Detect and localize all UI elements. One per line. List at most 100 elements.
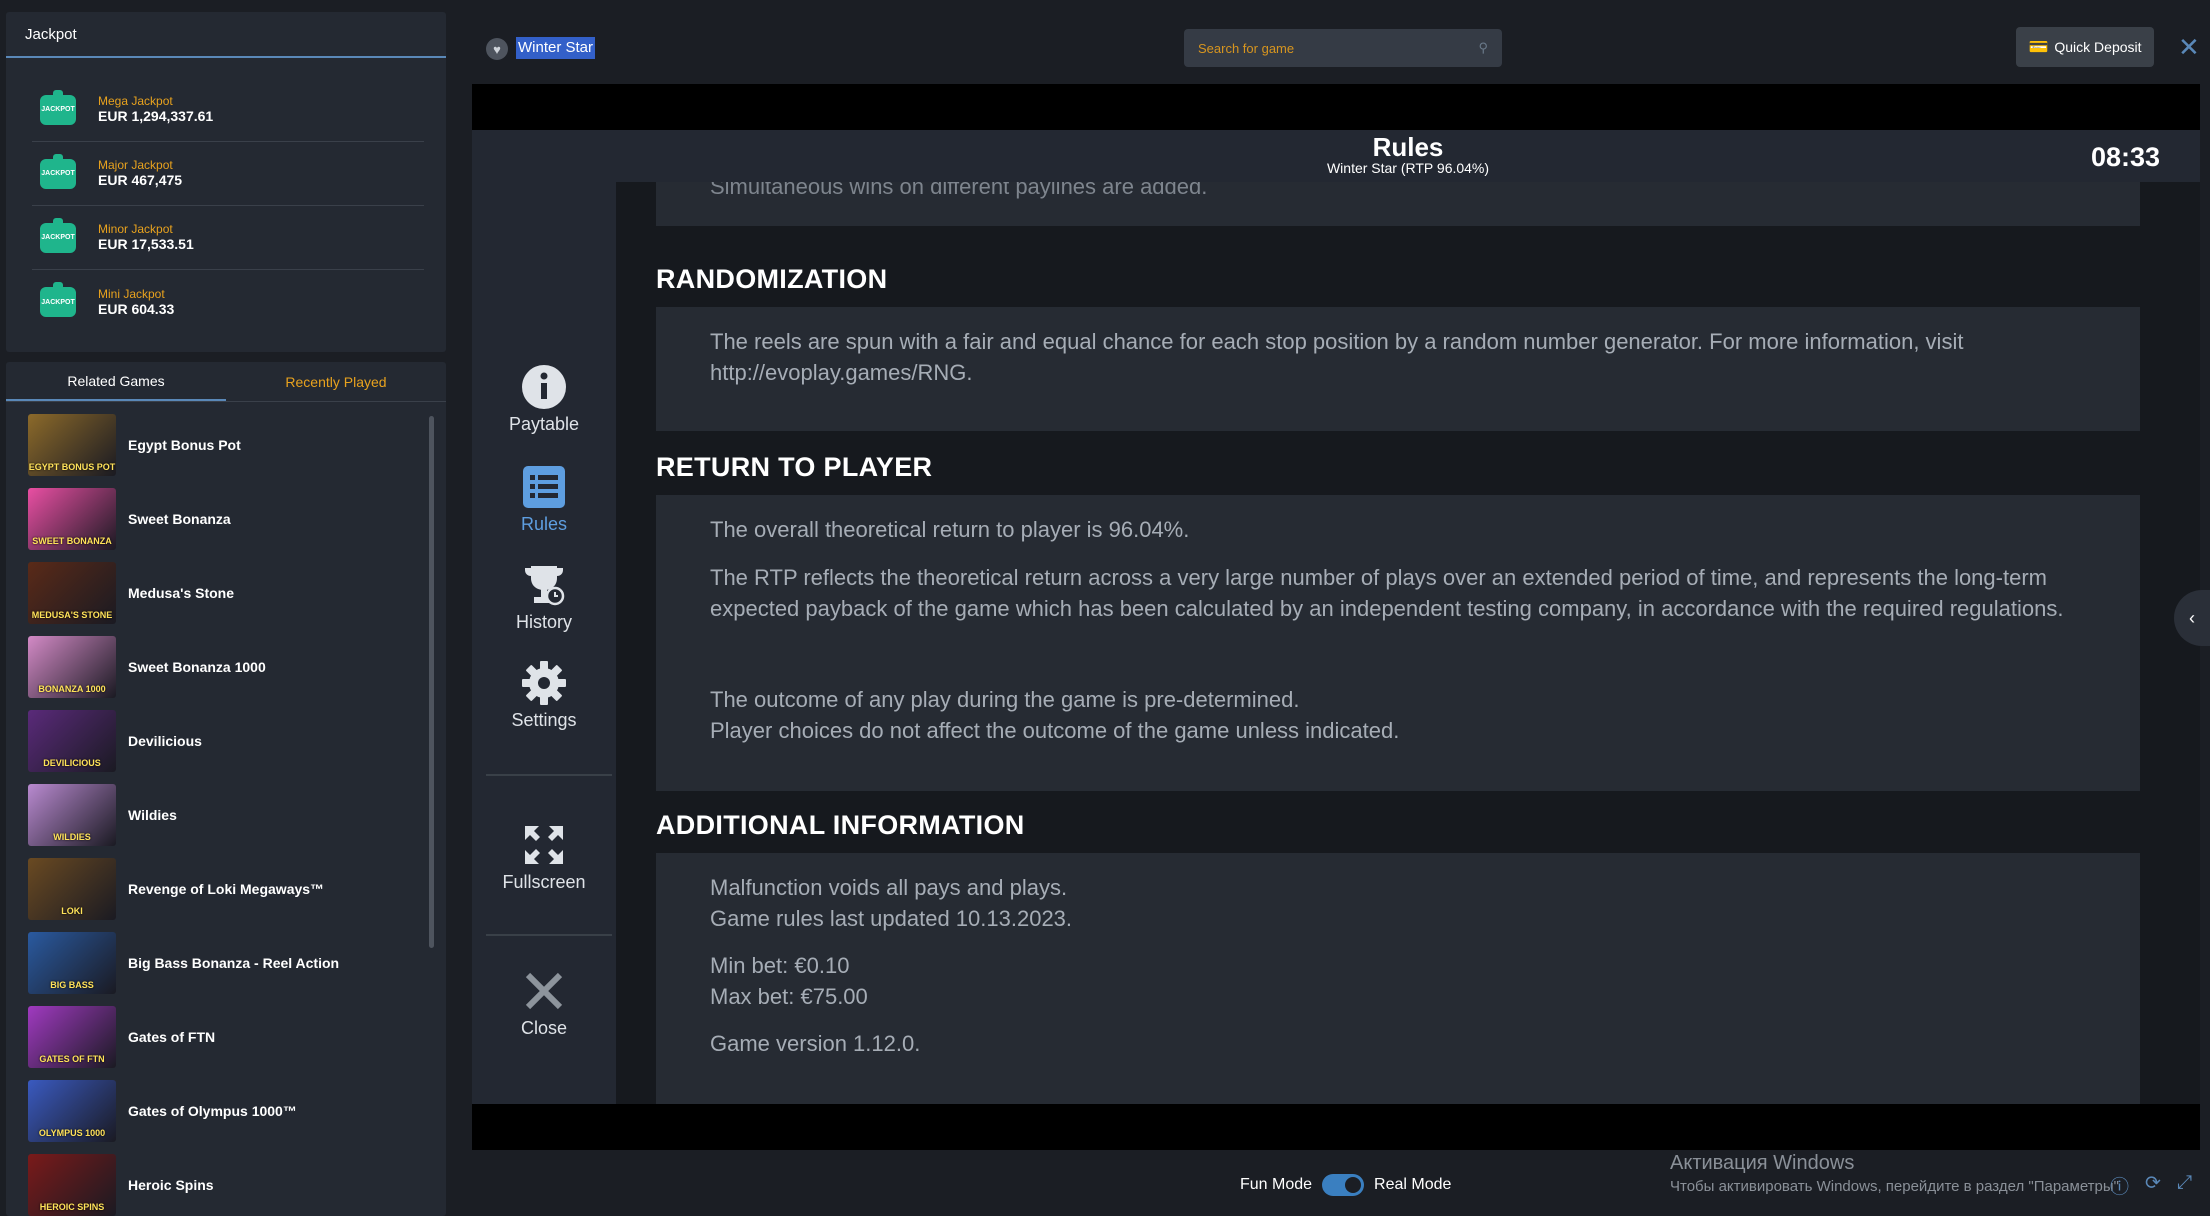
search-icon[interactable]: ⚲ <box>1478 40 1488 56</box>
game-name: Devilicious <box>128 733 202 749</box>
game-title: Winter Star <box>516 37 596 59</box>
game-thumbnail: LOKI <box>28 858 116 920</box>
game-list-item[interactable]: OLYMPUS 1000 Gates of Olympus 1000™ <box>28 1080 297 1142</box>
info-icon <box>521 364 567 410</box>
favorite-heart-icon[interactable]: ♥ <box>486 38 508 60</box>
menu-paytable[interactable]: Paytable <box>472 364 616 435</box>
game-thumbnail: GATES OF FTN <box>28 1006 116 1068</box>
game-thumbnail: BONANZA 1000 <box>28 636 116 698</box>
rules-paragraph: The RTP reflects the theoretical return … <box>710 565 2064 621</box>
menu-label: Paytable <box>508 414 580 434</box>
refresh-icon[interactable]: ⟳ <box>2145 1172 2161 1199</box>
list-icon <box>521 464 567 510</box>
game-list-item[interactable]: BIG BASS Big Bass Bonanza - Reel Action <box>28 932 339 994</box>
mode-switch[interactable]: Fun Mode Real Mode <box>1240 1174 1451 1196</box>
menu-close[interactable]: Close <box>472 968 616 1039</box>
game-list-item[interactable]: SWEET BONANZA Sweet Bonanza <box>28 488 231 550</box>
rules-paragraph: The reels are spun with a fair and equal… <box>710 329 1964 385</box>
game-list-item[interactable]: WILDIES Wildies <box>28 784 177 846</box>
games-tabs: Related Games Recently Played <box>6 362 446 402</box>
jackpot-name: Minor Jackpot <box>98 222 173 236</box>
game-list-item[interactable]: HEROIC SPINS Heroic Spins <box>28 1154 214 1216</box>
rules-content[interactable]: Simultaneous wins on different paylines … <box>616 182 2200 1104</box>
game-name: Sweet Bonanza <box>128 511 231 527</box>
game-list-item[interactable]: MEDUSA'S STONE Medusa's Stone <box>28 562 234 624</box>
jackpot-title: Jackpot <box>6 12 446 58</box>
jackpot-value: EUR 1,294,337.61 <box>98 108 214 124</box>
game-list-item[interactable]: LOKI Revenge of Loki Megaways™ <box>28 858 324 920</box>
game-name: Sweet Bonanza 1000 <box>128 659 266 675</box>
section-title: RANDOMIZATION <box>656 264 888 294</box>
game-thumbnail-text: BONANZA 1000 <box>38 684 106 694</box>
rules-subtitle: Winter Star (RTP 96.04%) <box>1326 160 1490 176</box>
fullscreen-icon <box>521 822 567 868</box>
game-list-item[interactable]: BONANZA 1000 Sweet Bonanza 1000 <box>28 636 266 698</box>
jackpot-icon: JACKPOT <box>40 217 76 253</box>
search-input[interactable]: Search for game ⚲ <box>1184 29 1502 67</box>
info-icon[interactable]: ⓘ <box>2110 1172 2129 1199</box>
game-thumbnail-text: LOKI <box>61 906 83 916</box>
rules-cut-text: Simultaneous wins on different paylines … <box>710 182 1208 199</box>
jackpot-item-mini: JACKPOT Mini Jackpot EUR 604.33 <box>32 270 424 334</box>
quick-deposit-label: Quick Deposit <box>2054 39 2142 55</box>
rules-side-menu: Paytable Rules History Settings Fullscre… <box>472 130 616 1104</box>
section-title: ADDITIONAL INFORMATION <box>656 810 1025 840</box>
rules-paragraph: Malfunction voids all pays and plays. <box>710 875 1068 900</box>
game-thumbnail-text: WILDIES <box>53 832 91 842</box>
jackpot-icon: JACKPOT <box>40 153 76 189</box>
menu-history[interactable]: History <box>472 562 616 633</box>
jackpot-icon: JACKPOT <box>40 282 76 317</box>
jackpot-value: EUR 17,533.51 <box>98 236 194 252</box>
windows-activation-watermark: Активация Windows Чтобы активировать Win… <box>1670 1152 2119 1195</box>
game-name: Revenge of Loki Megaways™ <box>128 881 325 897</box>
wallet-icon: 💳 <box>2028 39 2049 56</box>
game-name: Heroic Spins <box>128 1177 214 1193</box>
game-list-item[interactable]: GATES OF FTN Gates of FTN <box>28 1006 215 1068</box>
close-game-icon[interactable]: ✕ <box>2178 34 2200 60</box>
game-thumbnail-text: EGYPT BONUS POT <box>28 462 116 472</box>
game-list-item[interactable]: DEVILICIOUS Devilicious <box>28 710 202 772</box>
mode-toggle[interactable] <box>1322 1174 1365 1196</box>
gear-icon <box>521 660 567 706</box>
jackpot-icon: JACKPOT <box>40 89 76 125</box>
menu-fullscreen[interactable]: Fullscreen <box>472 822 616 893</box>
rules-title: Rules <box>1372 132 1444 162</box>
game-thumbnail-text: GATES OF FTN <box>39 1054 105 1064</box>
tab-recently-played[interactable]: Recently Played <box>226 362 446 401</box>
expand-icon[interactable]: ⤢ <box>2177 1172 2192 1199</box>
jackpot-value: EUR 604.33 <box>98 300 175 317</box>
menu-label: Rules <box>520 514 568 534</box>
real-mode-label: Real Mode <box>1374 1176 1452 1193</box>
tab-related-games[interactable]: Related Games <box>6 362 226 401</box>
menu-settings[interactable]: Settings <box>472 660 616 731</box>
rules-paragraph: The outcome of any play during the game … <box>710 687 1300 712</box>
menu-rules[interactable]: Rules <box>472 464 616 535</box>
games-panel: Related Games Recently Played EGYPT BONU… <box>6 362 446 1216</box>
jackpot-name: Major Jackpot <box>98 158 173 172</box>
watermark-title: Активация Windows <box>1670 1152 1855 1174</box>
game-thumbnail-text: MEDUSA'S STONE <box>31 610 113 620</box>
game-thumbnail: OLYMPUS 1000 <box>28 1080 116 1142</box>
game-name: Big Bass Bonanza - Reel Action <box>128 955 340 971</box>
game-thumbnail: HEROIC SPINS <box>28 1154 116 1216</box>
menu-label: Settings <box>511 710 577 730</box>
rules-paragraph: Player choices do not affect the outcome… <box>710 718 1400 743</box>
game-thumbnail-text: OLYMPUS 1000 <box>38 1128 106 1138</box>
menu-divider <box>486 774 612 776</box>
games-scrollbar[interactable] <box>429 416 434 948</box>
fun-mode-label: Fun Mode <box>1240 1176 1313 1193</box>
rules-paragraph: Max bet: €75.00 <box>710 984 868 1009</box>
game-thumbnail-text: HEROIC SPINS <box>39 1202 105 1212</box>
quick-deposit-button[interactable]: 💳 Quick Deposit <box>2016 27 2154 67</box>
rules-paragraph: Game rules last updated 10.13.2023. <box>710 906 1073 931</box>
menu-label: History <box>515 612 572 632</box>
watermark-subtitle: Чтобы активировать Windows, перейдите в … <box>1670 1178 2119 1195</box>
game-thumbnail: SWEET BONANZA <box>28 488 116 550</box>
game-list-item[interactable]: EGYPT BONUS POT Egypt Bonus Pot <box>28 414 241 476</box>
game-thumbnail: WILDIES <box>28 784 116 846</box>
game-name: Gates of FTN <box>128 1029 216 1045</box>
rules-paragraph: The overall theoretical return to player… <box>710 517 1190 542</box>
close-icon <box>521 968 567 1014</box>
menu-label: Fullscreen <box>502 872 586 892</box>
game-thumbnail: DEVILICIOUS <box>28 710 116 772</box>
